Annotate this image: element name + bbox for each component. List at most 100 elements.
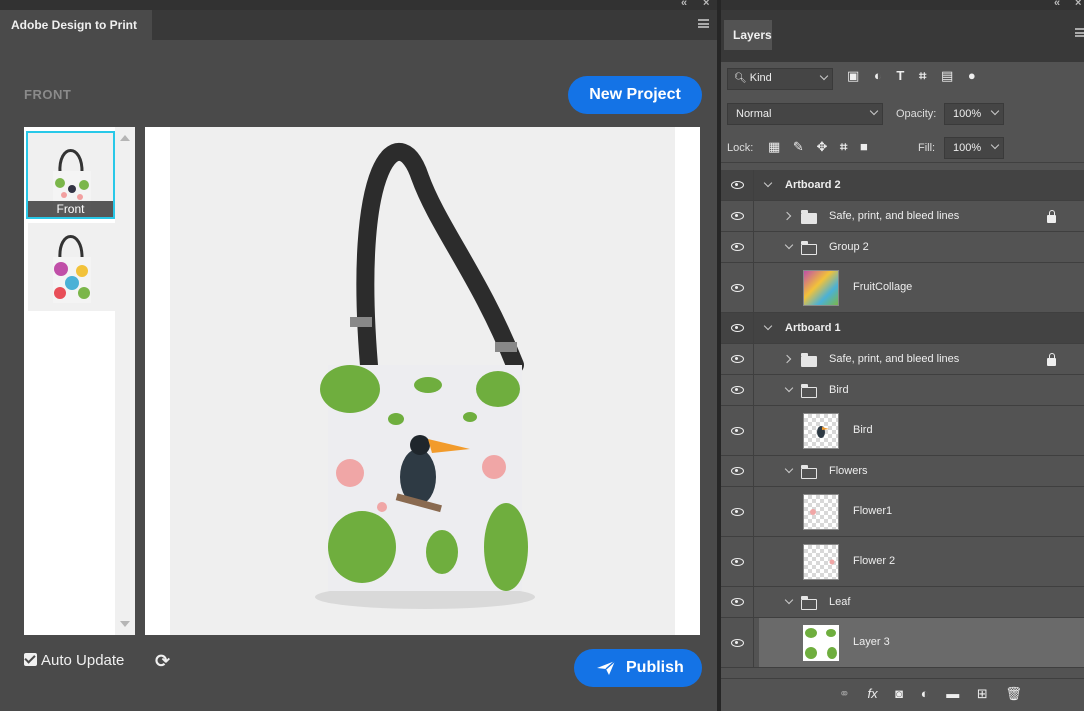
layer-row-artboard-2[interactable]: Artboard 2 [721, 170, 1084, 201]
layer-row-flowers-group[interactable]: Flowers [721, 456, 1084, 487]
eye-icon[interactable] [731, 212, 744, 220]
shape-filter-icon[interactable]: ⌗ [919, 68, 926, 84]
layer-thumbnail [803, 494, 839, 530]
layers-list: Artboard 2 Safe, print, and bleed lines … [721, 170, 1084, 678]
lock-image-pixels-icon[interactable]: ✎ [793, 139, 804, 155]
chevron-down-icon [990, 106, 1000, 116]
scroll-up-arrow-icon[interactable] [120, 135, 130, 141]
layer-row-artboard-1[interactable]: Artboard 1 [721, 313, 1084, 344]
fx-icon[interactable]: fx [868, 686, 878, 701]
new-project-button[interactable]: New Project [568, 76, 702, 114]
panel-topstrip: « × [0, 0, 717, 10]
eye-icon[interactable] [731, 598, 744, 606]
eye-icon[interactable] [731, 284, 744, 292]
layer-visibility-cell [721, 263, 754, 312]
chevron-down-icon[interactable] [784, 595, 794, 605]
new-group-icon[interactable]: ▬ [946, 686, 959, 701]
eye-icon[interactable] [731, 508, 744, 516]
chevron-down-icon[interactable] [763, 178, 773, 188]
eye-icon[interactable] [731, 324, 744, 332]
publish-label: Publish [626, 659, 684, 676]
eye-icon[interactable] [731, 181, 744, 189]
opacity-input[interactable]: 100% [944, 103, 1004, 125]
eye-icon[interactable] [731, 639, 744, 647]
layers-tabbar: Layers [721, 10, 1084, 62]
smart-object-filter-icon[interactable]: ▤ [941, 68, 953, 84]
chevron-down-icon [869, 106, 879, 116]
layers-menu-icon[interactable] [1075, 28, 1084, 37]
layer-row-leaf-group[interactable]: Leaf [721, 587, 1084, 618]
eye-icon[interactable] [731, 386, 744, 394]
tote-bag-preview-image [315, 142, 535, 609]
layer-row-layer-3[interactable]: Layer 3 [721, 618, 1084, 668]
add-mask-icon[interactable]: ◙ [895, 686, 903, 701]
fill-input[interactable]: 100% [944, 137, 1004, 159]
lock-all-icon[interactable]: ■ [860, 139, 868, 154]
collapse-panels-icon[interactable]: « [681, 0, 687, 9]
eye-icon[interactable] [731, 243, 744, 251]
lock-icon [1047, 210, 1056, 223]
thumbnail-front[interactable]: Front [26, 131, 115, 219]
scroll-down-arrow-icon[interactable] [120, 621, 130, 627]
link-layers-icon[interactable]: ⚭ [839, 686, 850, 702]
auto-update-checkbox[interactable] [24, 653, 37, 666]
chevron-down-icon[interactable] [784, 383, 794, 393]
close-layers-icon[interactable]: × [1075, 0, 1081, 9]
thumbnail-back[interactable] [28, 223, 117, 311]
layer-visibility-cell [721, 537, 754, 586]
panel-menu-icon[interactable] [698, 19, 709, 28]
blend-row: Normal Opacity: 100% [721, 100, 1084, 128]
layer-row-group-2[interactable]: Group 2 [721, 232, 1084, 263]
folder-open-icon [800, 465, 817, 479]
chevron-down-icon[interactable] [784, 240, 794, 250]
lock-artboard-icon[interactable]: ⌗ [840, 139, 847, 155]
type-filter-icon[interactable]: T [896, 68, 904, 83]
bird-thumb-icon [817, 426, 829, 438]
adjustment-filter-icon[interactable]: ◐ [874, 68, 882, 83]
layer-visibility-cell [721, 313, 754, 343]
filter-toggle-icon[interactable]: ● [968, 68, 976, 83]
layer-row-flower-2[interactable]: Flower 2 [721, 537, 1084, 587]
tote-bag-back-thumb-icon [53, 235, 91, 303]
pixel-filter-icon[interactable]: ▣ [847, 68, 859, 84]
layers-bottombar: ⚭ fx ◙ ◐ ▬ ⊞ 🗑︎ [721, 678, 1084, 711]
adjustment-layer-icon[interactable]: ◐ [921, 686, 929, 701]
layer-row-fruitcollage[interactable]: FruitCollage [721, 263, 1084, 313]
layer-row-flower1[interactable]: Flower1 [721, 487, 1084, 537]
layer-visibility-cell [721, 487, 754, 536]
layer-row-bird-group[interactable]: Bird [721, 375, 1084, 406]
side-label: FRONT [24, 87, 72, 102]
chevron-down-icon[interactable] [784, 464, 794, 474]
collapse-layers-icon[interactable]: « [1054, 0, 1060, 9]
auto-update-toggle[interactable]: Auto Update [24, 652, 124, 670]
blend-mode-select[interactable]: Normal [727, 103, 883, 125]
layer-row-safe-lines[interactable]: Safe, print, and bleed lines [721, 201, 1084, 232]
thumbnail-scrollbar[interactable] [115, 127, 135, 635]
chevron-down-icon[interactable] [763, 321, 773, 331]
layer-name: Group 2 [829, 241, 869, 253]
eye-icon[interactable] [731, 427, 744, 435]
opacity-value: 100% [953, 108, 982, 120]
lock-transparency-icon[interactable]: ▦ [768, 139, 780, 155]
tab-design-to-print[interactable]: Adobe Design to Print [0, 10, 152, 40]
eye-icon[interactable] [731, 355, 744, 363]
layer-name: Layer 3 [853, 636, 890, 648]
filter-kind-select[interactable]: 🔍︎ Kind [727, 68, 833, 90]
chevron-right-icon[interactable] [782, 211, 792, 221]
lock-icon [1047, 353, 1056, 366]
paper-plane-icon [597, 660, 616, 675]
layer-thumbnail [803, 270, 839, 306]
lock-position-icon[interactable]: ✥ [816, 139, 827, 155]
tab-layers[interactable]: Layers [724, 20, 772, 50]
delete-layer-icon[interactable]: 🗑︎ [1005, 686, 1022, 702]
chevron-right-icon[interactable] [782, 354, 792, 364]
layer-row-bird[interactable]: Bird [721, 406, 1084, 456]
layer-row-safe-lines[interactable]: Safe, print, and bleed lines [721, 344, 1084, 375]
layer-visibility-cell [721, 170, 754, 200]
publish-button[interactable]: Publish [574, 649, 702, 687]
refresh-icon[interactable]: ⟳ [155, 651, 170, 672]
new-layer-icon[interactable]: ⊞ [977, 686, 988, 702]
eye-icon[interactable] [731, 467, 744, 475]
close-panel-icon[interactable]: × [703, 0, 709, 9]
eye-icon[interactable] [731, 558, 744, 566]
